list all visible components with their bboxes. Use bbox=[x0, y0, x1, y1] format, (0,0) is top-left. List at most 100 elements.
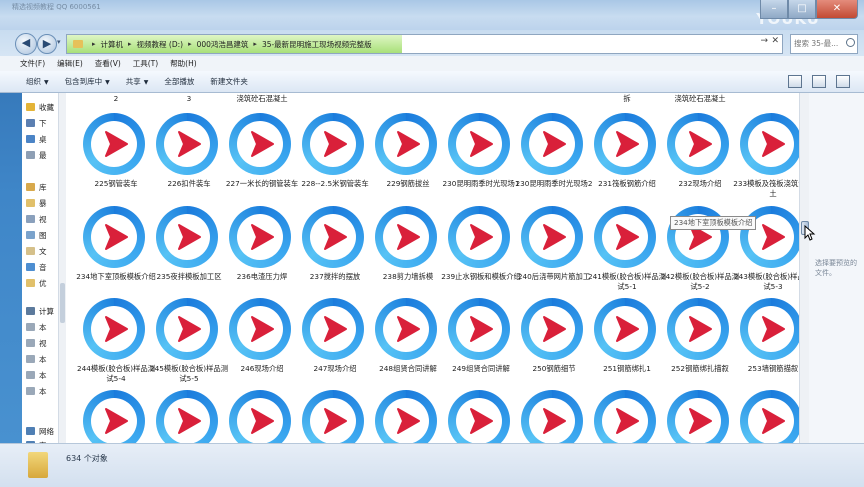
nav-item[interactable]: 本 bbox=[26, 369, 47, 381]
file-item[interactable]: 253墙钢筋描叙 bbox=[737, 298, 799, 393]
breadcrumb-item[interactable]: 35-最新昆明施工现场视频完整版 bbox=[262, 39, 372, 50]
nav-item[interactable]: 暴 bbox=[26, 197, 47, 209]
file-item[interactable]: 239止水钢板和模板介绍 bbox=[441, 206, 521, 301]
breadcrumb-item[interactable]: 计算机 bbox=[101, 39, 124, 50]
file-item[interactable]: 236电渣压力焊 bbox=[226, 206, 298, 301]
menu-view[interactable]: 查看(V) bbox=[95, 58, 121, 69]
file-item[interactable] bbox=[518, 390, 590, 443]
address-bar[interactable]: ▸ 计算机 ▸ 视频教程 (D:) ▸ 000鸿浩昌建筑 ▸ 35-最新昆明施工… bbox=[66, 34, 783, 54]
preview-pane-icon[interactable] bbox=[812, 75, 826, 88]
navigation-scrollbar[interactable] bbox=[58, 93, 66, 443]
partial-file-label[interactable]: 浇筑砼石混凝土 bbox=[660, 94, 740, 104]
file-item[interactable] bbox=[80, 390, 152, 443]
partial-file-label[interactable]: 2 bbox=[76, 94, 156, 104]
close-button[interactable]: ✕ bbox=[816, 0, 858, 19]
menu-edit[interactable]: 编辑(E) bbox=[57, 58, 83, 69]
file-item[interactable] bbox=[372, 390, 444, 443]
change-view-icon[interactable] bbox=[788, 75, 802, 88]
forward-button[interactable]: ▶ bbox=[37, 34, 57, 54]
nav-item[interactable]: 计算 bbox=[26, 305, 54, 317]
file-item[interactable]: 231筏板钢筋介绍 bbox=[591, 113, 663, 208]
file-item[interactable] bbox=[445, 390, 517, 443]
file-item[interactable]: 225钢管装车 bbox=[80, 113, 152, 208]
include-in-library-button[interactable]: 包含到库中 ▼ bbox=[65, 76, 110, 87]
file-item[interactable] bbox=[737, 390, 799, 443]
file-item[interactable]: 226扣件装车 bbox=[153, 113, 225, 208]
play-icon bbox=[689, 131, 712, 157]
nav-item[interactable]: 音 bbox=[26, 261, 47, 273]
nav-item[interactable]: 视 bbox=[26, 213, 47, 225]
organize-button[interactable]: 组织 ▼ bbox=[26, 76, 49, 87]
maximize-button[interactable]: □ bbox=[788, 0, 816, 19]
file-item[interactable]: 230昆明雨季时光现场2 bbox=[516, 113, 592, 208]
menu-help[interactable]: 帮助(H) bbox=[170, 58, 197, 69]
partial-file-label[interactable]: 3 bbox=[149, 94, 229, 104]
file-item[interactable]: 232现场介绍 bbox=[664, 113, 736, 208]
file-item[interactable] bbox=[591, 390, 663, 443]
back-button[interactable]: ◀ bbox=[15, 33, 37, 55]
title-bar[interactable]: 精选视频教程 QQ 6000561 YOUKU – □ ✕ bbox=[0, 0, 864, 30]
search-box[interactable] bbox=[790, 34, 858, 54]
share-button[interactable]: 共享 ▼ bbox=[126, 76, 149, 87]
search-input[interactable] bbox=[794, 36, 846, 51]
nav-item[interactable]: 本 bbox=[26, 353, 47, 365]
nav-item[interactable]: 本 bbox=[26, 321, 47, 333]
minimize-button[interactable]: – bbox=[760, 0, 788, 19]
file-item[interactable]: 229钢筋拔丝 bbox=[372, 113, 444, 208]
partial-file-label[interactable]: 浇筑砼石混凝土 bbox=[222, 94, 302, 104]
file-item[interactable]: 238剪力墙拆模 bbox=[372, 206, 444, 301]
nav-item[interactable]: 最 bbox=[26, 149, 47, 161]
help-icon[interactable] bbox=[836, 75, 850, 88]
file-item[interactable]: 227一米长的钢管装车 bbox=[226, 113, 298, 208]
menu-tools[interactable]: 工具(T) bbox=[133, 58, 158, 69]
file-item[interactable]: 233模板及筏板浇筑混凝土 bbox=[733, 113, 799, 208]
file-item[interactable]: 244模板(胶合板)样品测试5-4 bbox=[77, 298, 155, 393]
navigation-scroll-thumb[interactable] bbox=[60, 283, 65, 323]
file-item[interactable]: 241模板(胶合板)样品测试5-1 bbox=[588, 206, 666, 301]
nav-item[interactable]: 下 bbox=[26, 117, 47, 129]
nav-item[interactable]: 网络 bbox=[26, 425, 54, 437]
file-item[interactable] bbox=[664, 390, 736, 443]
nav-item[interactable]: 桌 bbox=[26, 133, 47, 145]
play-icon bbox=[762, 131, 785, 157]
file-item[interactable]: 251钢筋绑扎1 bbox=[591, 298, 663, 393]
file-item[interactable]: 228--2.5米钢管装车 bbox=[299, 113, 371, 208]
file-item[interactable]: 237搅拌的摆放 bbox=[299, 206, 371, 301]
breadcrumb-item[interactable]: 000鸿浩昌建筑 bbox=[197, 39, 249, 50]
partial-file-label[interactable]: 拆 bbox=[587, 94, 667, 104]
file-item[interactable]: 234地下室顶板模板介绍 bbox=[76, 206, 156, 301]
video-file-icon bbox=[83, 206, 145, 268]
file-item[interactable]: 250钢筋细节 bbox=[518, 298, 590, 393]
nav-item[interactable]: 本 bbox=[26, 385, 47, 397]
recent-pages-dropdown[interactable]: ▾ bbox=[57, 38, 61, 46]
breadcrumb-item[interactable]: 视频教程 (D:) bbox=[137, 39, 184, 50]
file-name: 237搅拌的摆放 bbox=[309, 272, 361, 281]
file-item[interactable]: 230昆明雨季时光现场1 bbox=[443, 113, 519, 208]
search-icon[interactable] bbox=[846, 38, 855, 47]
nav-item[interactable]: 收藏 bbox=[26, 101, 54, 113]
stop-icon[interactable]: ✕ bbox=[771, 36, 779, 46]
nav-item[interactable]: 视 bbox=[26, 337, 47, 349]
nav-item[interactable]: 图 bbox=[26, 229, 47, 241]
file-item[interactable] bbox=[153, 390, 225, 443]
file-item[interactable]: 235夜拌模板加工区 bbox=[153, 206, 225, 301]
file-item[interactable]: 245模板(胶合板)样品测试5-5 bbox=[150, 298, 228, 393]
file-item[interactable]: 247现场介绍 bbox=[299, 298, 371, 393]
nav-item[interactable]: 优 bbox=[26, 277, 47, 289]
file-item[interactable]: 240后浇带网片筋加工 bbox=[518, 206, 590, 301]
file-item[interactable] bbox=[226, 390, 298, 443]
file-item[interactable]: 249组贤合同讲解 bbox=[445, 298, 517, 393]
chevron-right-icon: ▸ bbox=[188, 40, 192, 48]
new-folder-button[interactable]: 新建文件夹 bbox=[210, 76, 248, 87]
file-item[interactable]: 252钢筋绑扎描叙 bbox=[664, 298, 736, 393]
nav-item[interactable]: 文 bbox=[26, 245, 47, 257]
file-item[interactable]: 246现场介绍 bbox=[226, 298, 298, 393]
video-file-icon bbox=[594, 113, 656, 175]
menu-file[interactable]: 文件(F) bbox=[20, 58, 45, 69]
refresh-arrow-icon[interactable]: → bbox=[760, 36, 768, 46]
file-item[interactable]: 248组贤合同讲解 bbox=[372, 298, 444, 393]
file-item[interactable] bbox=[299, 390, 371, 443]
nav-item[interactable]: 库 bbox=[26, 181, 47, 193]
video-file-icon bbox=[156, 113, 218, 175]
play-all-button[interactable]: 全部播放 bbox=[164, 76, 194, 87]
